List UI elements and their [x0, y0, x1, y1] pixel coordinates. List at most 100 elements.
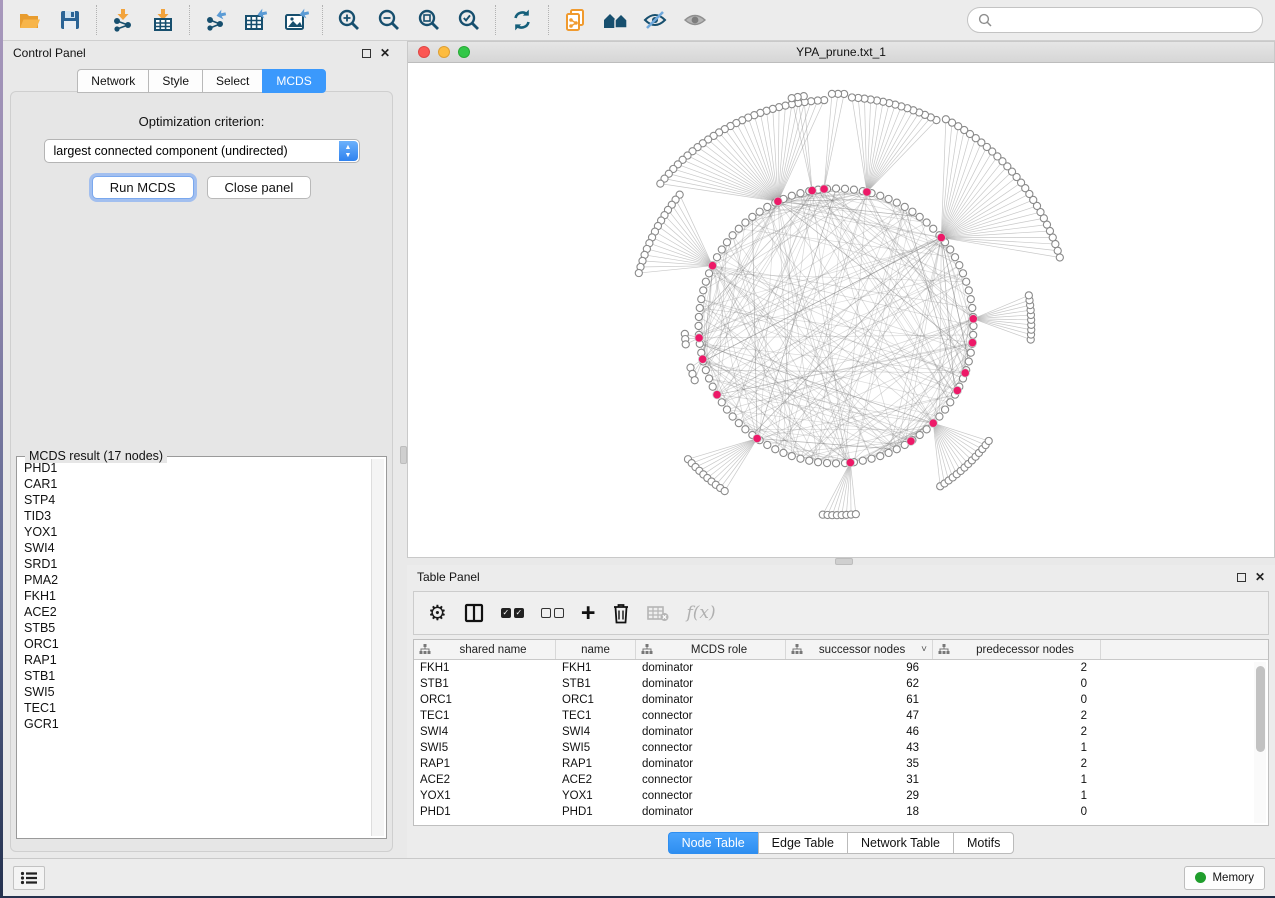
show-all-icon[interactable]	[682, 7, 708, 33]
deselect-all-icon[interactable]	[541, 608, 564, 618]
ring-node[interactable]	[930, 225, 937, 232]
ring-node[interactable]	[718, 399, 725, 406]
mcds-result-item[interactable]: STB1	[20, 668, 370, 684]
close-panel-button[interactable]: Close panel	[207, 176, 312, 199]
zoom-in-icon[interactable]	[336, 7, 362, 33]
dominator-node[interactable]	[961, 369, 969, 377]
ring-node[interactable]	[970, 331, 977, 338]
export-image-icon[interactable]	[283, 7, 309, 33]
task-history-button[interactable]	[13, 866, 45, 890]
tab-motifs[interactable]: Motifs	[953, 832, 1014, 854]
ring-node[interactable]	[916, 213, 923, 220]
ring-node[interactable]	[797, 190, 804, 197]
vertical-splitter-handle[interactable]	[400, 446, 407, 464]
fan-node[interactable]	[691, 377, 698, 384]
mcds-result-item[interactable]: SWI4	[20, 540, 370, 556]
mcds-result-list[interactable]: PHD1CAR1STP4TID3YOX1SWI4SRD1PMA2FKH1ACE2…	[20, 460, 370, 835]
tab-node-table[interactable]: Node Table	[668, 832, 758, 854]
dominator-node[interactable]	[713, 390, 721, 398]
table-row[interactable]: RAP1RAP1dominator352	[414, 756, 1268, 772]
ring-node[interactable]	[877, 453, 884, 460]
first-neighbors-icon[interactable]	[602, 7, 628, 33]
ring-node[interactable]	[718, 246, 725, 253]
fan-node[interactable]	[721, 487, 728, 494]
ring-node[interactable]	[713, 254, 720, 261]
ring-node[interactable]	[947, 246, 954, 253]
float-panel-icon[interactable]	[362, 49, 371, 58]
select-all-icon[interactable]: ✓✓	[501, 608, 524, 618]
ring-node[interactable]	[885, 449, 892, 456]
fan-node[interactable]	[828, 90, 835, 97]
ring-node[interactable]	[893, 199, 900, 206]
mcds-result-item[interactable]: FKH1	[20, 588, 370, 604]
table-scrollbar-thumb[interactable]	[1256, 666, 1265, 752]
ring-node[interactable]	[700, 287, 707, 294]
close-panel-icon[interactable]: ✕	[380, 49, 390, 58]
create-column-plus-icon[interactable]: +	[581, 602, 596, 624]
ring-node[interactable]	[823, 459, 830, 466]
search-field[interactable]	[967, 7, 1263, 33]
memory-button[interactable]: Memory	[1184, 866, 1265, 890]
ring-node[interactable]	[901, 203, 908, 210]
ring-node[interactable]	[909, 208, 916, 215]
mcds-result-item[interactable]: STB5	[20, 620, 370, 636]
dominator-node[interactable]	[937, 233, 945, 241]
mcds-result-item[interactable]: YOX1	[20, 524, 370, 540]
ring-node[interactable]	[742, 426, 749, 433]
ring-node[interactable]	[705, 375, 712, 382]
ring-node[interactable]	[729, 232, 736, 239]
run-mcds-button[interactable]: Run MCDS	[92, 176, 194, 199]
ring-node[interactable]	[832, 185, 839, 192]
mcds-result-item[interactable]: GCR1	[20, 716, 370, 732]
table-row[interactable]: STB1STB1dominator620	[414, 676, 1268, 692]
horizontal-splitter[interactable]	[407, 558, 1275, 565]
criterion-dropdown[interactable]: largest connected component (undirected)…	[44, 139, 360, 163]
ring-node[interactable]	[885, 195, 892, 202]
import-network-icon[interactable]	[110, 7, 136, 33]
table-row[interactable]: ACE2ACE2connector311	[414, 772, 1268, 788]
dominator-node[interactable]	[863, 188, 871, 196]
ring-node[interactable]	[951, 254, 958, 261]
search-input[interactable]	[998, 13, 1252, 27]
column-header-predecessor-nodes[interactable]: predecessor nodes	[933, 640, 1101, 659]
ring-node[interactable]	[764, 441, 771, 448]
import-table-icon[interactable]	[150, 7, 176, 33]
tab-network[interactable]: Network	[77, 69, 148, 93]
dominator-node[interactable]	[929, 419, 937, 427]
ring-node[interactable]	[947, 399, 954, 406]
mcds-result-item[interactable]: TEC1	[20, 700, 370, 716]
fan-node[interactable]	[942, 116, 949, 123]
ring-node[interactable]	[963, 278, 970, 285]
dominator-node[interactable]	[907, 437, 915, 445]
column-header-shared-name[interactable]: shared name	[414, 640, 556, 659]
dominator-node[interactable]	[808, 186, 816, 194]
dominator-node[interactable]	[969, 315, 977, 323]
mcds-result-item[interactable]: SWI5	[20, 684, 370, 700]
ring-node[interactable]	[742, 219, 749, 226]
ring-node[interactable]	[698, 296, 705, 303]
tab-edge-table[interactable]: Edge Table	[758, 832, 847, 854]
mcds-result-item[interactable]: CAR1	[20, 476, 370, 492]
mcds-result-item[interactable]: SRD1	[20, 556, 370, 572]
tab-network-table[interactable]: Network Table	[847, 832, 953, 854]
mcds-result-item[interactable]: PHD1	[20, 460, 370, 476]
dominator-node[interactable]	[953, 386, 961, 394]
export-table-icon[interactable]	[243, 7, 269, 33]
export-network-icon[interactable]	[203, 7, 229, 33]
ring-node[interactable]	[702, 278, 709, 285]
ring-node[interactable]	[709, 383, 716, 390]
ring-node[interactable]	[970, 322, 977, 329]
ring-node[interactable]	[923, 219, 930, 226]
column-header-MCDS-role[interactable]: MCDS role	[636, 640, 786, 659]
horizontal-splitter-handle[interactable]	[835, 558, 853, 565]
table-row[interactable]: FKH1FKH1dominator962	[414, 660, 1268, 676]
ring-node[interactable]	[764, 203, 771, 210]
ring-node[interactable]	[916, 431, 923, 438]
zoom-selected-icon[interactable]	[456, 7, 482, 33]
dominator-node[interactable]	[846, 458, 854, 466]
mcds-result-item[interactable]: STP4	[20, 492, 370, 508]
mcds-result-item[interactable]: PMA2	[20, 572, 370, 588]
fan-node[interactable]	[985, 437, 992, 444]
ring-node[interactable]	[756, 208, 763, 215]
mcds-result-item[interactable]: ACE2	[20, 604, 370, 620]
